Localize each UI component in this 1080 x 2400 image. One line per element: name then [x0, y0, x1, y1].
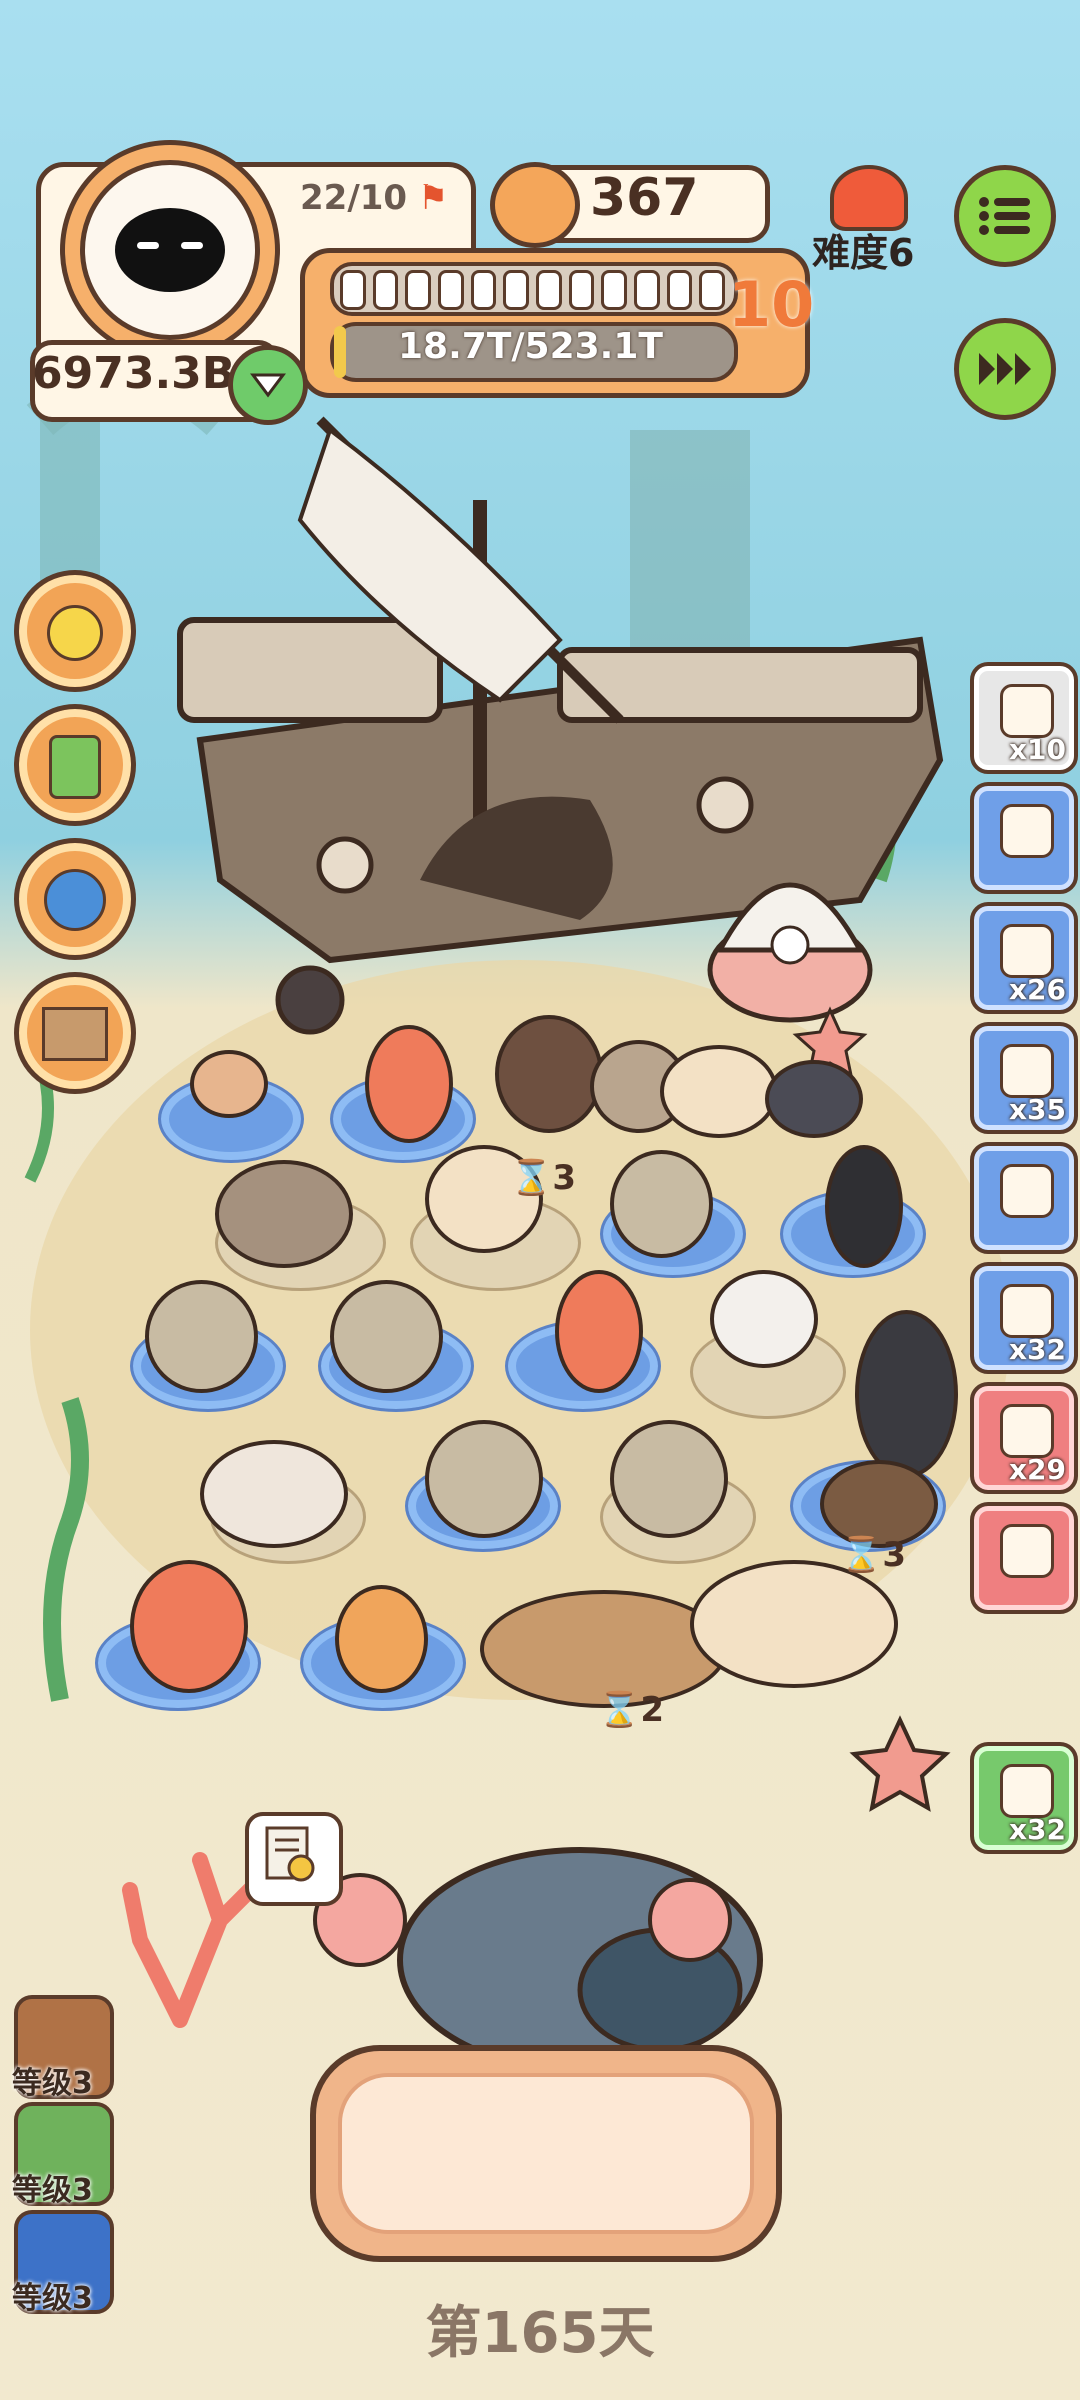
level-segment	[340, 270, 366, 310]
snow-leopard[interactable]	[145, 1280, 258, 1393]
item-count: x29	[1008, 1453, 1066, 1486]
fishing-float-icon	[1000, 684, 1054, 738]
level-segment	[503, 270, 530, 310]
coin-count: 367	[590, 168, 699, 228]
parrot[interactable]	[555, 1270, 643, 1393]
toucan[interactable]	[825, 1145, 903, 1268]
level-progress-text: 22/10	[300, 178, 408, 218]
health-device-icon	[49, 735, 101, 799]
rabbit[interactable]	[215, 1160, 353, 1268]
menu-button[interactable]	[954, 165, 1056, 267]
level-segment	[438, 270, 464, 310]
snow-leopard[interactable]	[330, 1280, 443, 1393]
side-item[interactable]: x35	[970, 1022, 1078, 1134]
level-label: 等级3	[12, 2066, 93, 2101]
money-amount: 6973.3B	[32, 348, 236, 399]
heart-creature-icon	[1000, 1524, 1054, 1578]
level-segment	[405, 270, 432, 310]
timer-badge: ⌛3	[510, 1158, 577, 1198]
side-item[interactable]: x10	[970, 662, 1078, 774]
level-segments	[340, 270, 726, 310]
fast-forward-button[interactable]	[954, 318, 1056, 420]
level-segment	[634, 270, 660, 310]
toy-icon	[44, 869, 106, 931]
action-plate-inner	[338, 2073, 754, 2234]
storage-box-button[interactable]	[14, 972, 136, 1094]
scuba-mask-icon	[1000, 1284, 1054, 1338]
duck-toy-button[interactable]	[14, 570, 136, 692]
avatar	[80, 160, 260, 340]
side-item[interactable]: x32	[970, 1262, 1078, 1374]
hamster-group[interactable]	[690, 1560, 898, 1688]
item-count: x32	[1008, 1813, 1066, 1846]
octopus[interactable]	[335, 1585, 428, 1693]
side-item[interactable]: x32	[970, 1742, 1078, 1854]
item-count: x32	[1008, 1333, 1066, 1366]
fast-forward-icon	[979, 353, 1031, 385]
treasure-chest-icon	[1000, 804, 1054, 858]
level-segment	[372, 270, 399, 310]
level-segment	[568, 270, 595, 310]
avatar-frame[interactable]	[60, 140, 280, 360]
level-segment	[699, 270, 726, 310]
exp-text: 18.7T/523.1T	[398, 326, 663, 367]
item-count: x26	[1008, 973, 1066, 1006]
certificate-notice-bubble[interactable]	[245, 1812, 343, 1906]
side-item[interactable]	[970, 1142, 1078, 1254]
flag-icon: ⚑	[418, 178, 449, 218]
level-segment	[536, 270, 562, 310]
snow-leopard[interactable]	[610, 1420, 728, 1538]
dropdown-button[interactable]	[228, 345, 308, 425]
parrot[interactable]	[130, 1560, 248, 1693]
hermit-crab[interactable]	[190, 1050, 268, 1118]
mole-toy-icon	[1000, 1164, 1054, 1218]
timer-badge: ⌛3	[840, 1535, 907, 1575]
snorkel-mask-icon	[1000, 1404, 1054, 1458]
snow-leopard[interactable]	[610, 1150, 713, 1258]
item-count: x10	[1008, 733, 1066, 766]
level-segment	[601, 270, 628, 310]
item-count: x35	[1008, 1093, 1066, 1126]
day-label: 第165天	[425, 2301, 655, 2366]
hamster[interactable]	[660, 1045, 778, 1138]
certificate-icon	[265, 1826, 315, 1882]
mole[interactable]	[765, 1060, 863, 1138]
toy-button[interactable]	[14, 838, 136, 960]
beaver[interactable]	[495, 1015, 603, 1133]
side-item[interactable]: x26	[970, 902, 1078, 1014]
exp-fill	[334, 326, 346, 378]
timer-badge: ⌛2	[598, 1690, 665, 1730]
box-icon	[42, 1007, 108, 1061]
level-segment	[666, 270, 693, 310]
level-label: 等级3	[12, 2173, 93, 2208]
oxygen-tank-icon	[1000, 1044, 1054, 1098]
health-device-button[interactable]	[14, 704, 136, 826]
snow-leopard[interactable]	[425, 1420, 543, 1538]
side-item[interactable]	[970, 782, 1078, 894]
chevron-down-icon	[250, 373, 286, 398]
black-cat-icon	[115, 208, 225, 292]
penguin-bird[interactable]	[710, 1270, 818, 1368]
food-bowl-icon	[490, 162, 580, 248]
shower-head-icon	[1000, 1764, 1054, 1818]
rabbit-pair[interactable]	[200, 1440, 348, 1548]
manta-ray[interactable]	[855, 1310, 958, 1478]
parrot[interactable]	[365, 1025, 453, 1143]
menu-icon	[979, 197, 1030, 235]
level-number: 10	[728, 268, 815, 341]
difficulty-label[interactable]: 难度6	[812, 222, 914, 277]
side-item[interactable]	[970, 1502, 1078, 1614]
action-plate[interactable]	[310, 2045, 782, 2262]
flying-fish-icon	[1000, 924, 1054, 978]
level-segment	[470, 270, 497, 310]
duck-toy-icon	[47, 605, 103, 661]
side-item[interactable]: x29	[970, 1382, 1078, 1494]
